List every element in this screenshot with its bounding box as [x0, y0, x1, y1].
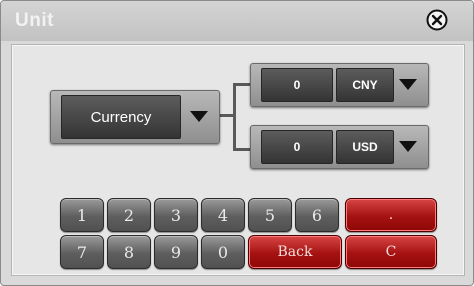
close-icon	[426, 9, 448, 31]
converter-panel: Currency 0 CNY 0 USD 1 2 3 4 5 6 . 7 8 9…	[11, 44, 465, 276]
key-5[interactable]: 5	[248, 198, 292, 232]
connector-line	[233, 148, 250, 151]
unit-dialog: Unit Currency 0 CNY 0 USD 1 2 3 4 5 6 . …	[0, 0, 474, 286]
top-currency-code[interactable]: CNY	[336, 68, 394, 102]
top-amount-field[interactable]: 0	[261, 68, 333, 102]
top-currency-row[interactable]: 0 CNY	[250, 63, 429, 107]
key-9[interactable]: 9	[154, 235, 198, 269]
key-3[interactable]: 3	[154, 198, 198, 232]
title-bar: Unit	[1, 1, 473, 41]
connector-line	[233, 83, 236, 151]
chevron-down-icon[interactable]	[399, 141, 417, 152]
chevron-down-icon	[190, 111, 208, 122]
back-button[interactable]: Back	[248, 235, 342, 269]
bottom-currency-row[interactable]: 0 USD	[250, 125, 429, 169]
unit-type-dropdown[interactable]: Currency	[50, 90, 220, 144]
chevron-down-icon[interactable]	[399, 79, 417, 90]
dialog-title: Unit	[15, 10, 54, 31]
key-1[interactable]: 1	[60, 198, 104, 232]
clear-button[interactable]: C	[345, 235, 437, 269]
key-2[interactable]: 2	[107, 198, 151, 232]
key-4[interactable]: 4	[201, 198, 245, 232]
key-7[interactable]: 7	[60, 235, 104, 269]
connector-line	[233, 83, 250, 86]
bottom-currency-code[interactable]: USD	[336, 130, 394, 164]
bottom-amount-field[interactable]: 0	[261, 130, 333, 164]
key-0[interactable]: 0	[201, 235, 245, 269]
key-6[interactable]: 6	[295, 198, 339, 232]
close-button[interactable]	[426, 9, 448, 31]
decimal-point-button[interactable]: .	[345, 198, 437, 232]
key-8[interactable]: 8	[107, 235, 151, 269]
unit-type-value: Currency	[61, 95, 181, 139]
